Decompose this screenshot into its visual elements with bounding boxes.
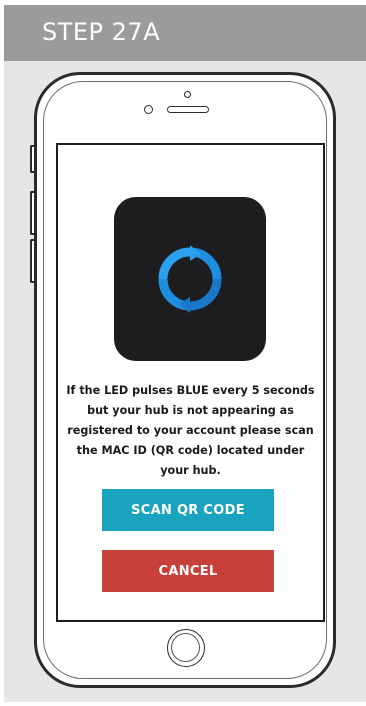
step-title: STEP 27A xyxy=(42,18,161,46)
instruction-frame: STEP 27A If the LED pulses BLUE every 5 … xyxy=(4,5,366,702)
cancel-button[interactable]: CANCEL xyxy=(102,550,274,592)
instruction-message: If the LED pulses BLUE every 5 seconds b… xyxy=(66,384,315,477)
step-header: STEP 27A xyxy=(4,5,366,61)
hub-app-icon xyxy=(114,197,266,361)
phone-home-button xyxy=(167,629,205,667)
scan-qr-code-button[interactable]: SCAN QR CODE xyxy=(102,489,274,531)
phone-sensor xyxy=(184,91,191,98)
phone-camera xyxy=(144,105,153,114)
sync-arrows-icon xyxy=(158,245,222,313)
phone-speaker xyxy=(167,106,209,113)
home-button-ring xyxy=(171,633,200,662)
phone-screen: If the LED pulses BLUE every 5 seconds b… xyxy=(56,143,325,622)
